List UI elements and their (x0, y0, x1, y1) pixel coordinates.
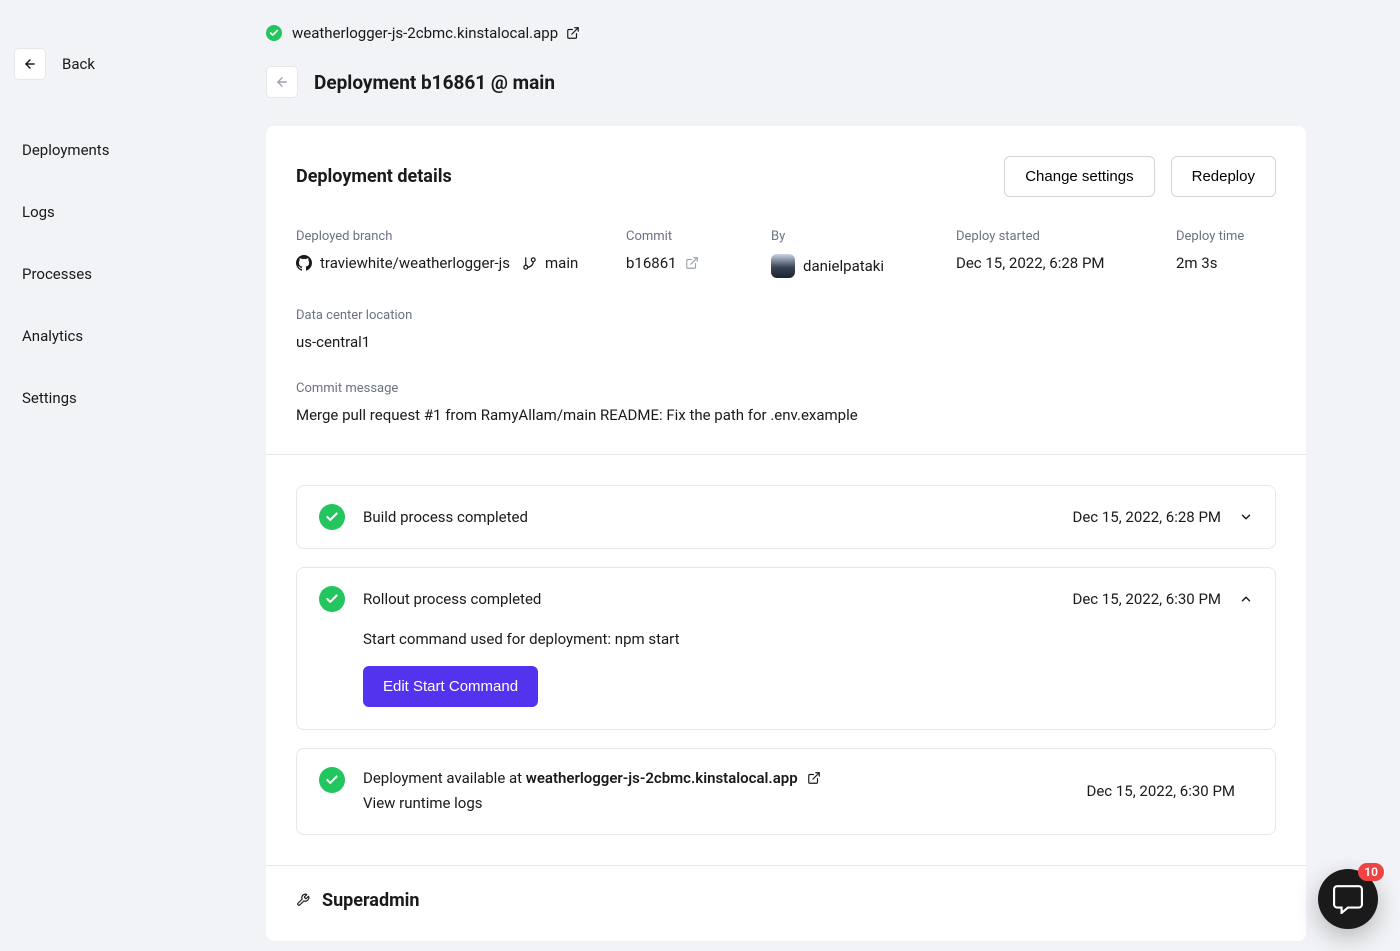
check-icon (319, 767, 345, 793)
time-value: 2m 3s (1176, 254, 1276, 272)
deployment-details-card: Deployment details Change settings Redep… (266, 126, 1306, 941)
chat-widget-button[interactable]: 10 (1318, 869, 1378, 929)
status-success-icon (266, 25, 282, 41)
sidebar-item-processes[interactable]: Processes (12, 252, 254, 296)
step-build: Build process completed Dec 15, 2022, 6:… (296, 485, 1276, 549)
location-value: us-central1 (296, 333, 1276, 351)
app-url-link[interactable]: weatherlogger-js-2cbmc.kinstalocal.app (292, 24, 580, 42)
rollout-desc: Start command used for deployment: npm s… (363, 630, 1253, 648)
chevron-down-icon (1239, 510, 1253, 524)
step-rollout-header[interactable]: Rollout process completed Dec 15, 2022, … (297, 568, 1275, 630)
started-label: Deploy started (956, 229, 1146, 244)
view-runtime-logs-link[interactable]: View runtime logs (363, 792, 1087, 815)
available-prefix: Deployment available at (363, 769, 526, 787)
back-button[interactable] (14, 48, 46, 80)
started-value: Dec 15, 2022, 6:28 PM (956, 254, 1146, 272)
external-link-icon (807, 771, 821, 785)
step-rollout-date: Dec 15, 2022, 6:30 PM (1073, 590, 1222, 608)
by-label: By (771, 229, 926, 244)
check-icon (319, 504, 345, 530)
sidebar-item-logs[interactable]: Logs (12, 190, 254, 234)
arrow-left-icon (23, 57, 37, 71)
step-available: Deployment available at weatherlogger-js… (296, 748, 1276, 835)
time-label: Deploy time (1176, 229, 1276, 244)
redeploy-button[interactable]: Redeploy (1171, 156, 1276, 197)
available-url[interactable]: weatherlogger-js-2cbmc.kinstalocal.app (526, 769, 798, 787)
chevron-up-icon (1239, 592, 1253, 606)
commit-hash[interactable]: b16861 (626, 254, 677, 272)
external-link-icon (685, 256, 699, 270)
sidebar-item-settings[interactable]: Settings (12, 376, 254, 420)
available-date: Dec 15, 2022, 6:30 PM (1087, 782, 1236, 800)
arrow-left-icon (275, 75, 289, 89)
step-build-title: Build process completed (363, 508, 1073, 526)
chat-icon (1333, 884, 1363, 914)
branch-label: Deployed branch (296, 229, 596, 244)
back-label: Back (62, 55, 95, 73)
by-user: danielpataki (803, 257, 884, 275)
sidebar-item-analytics[interactable]: Analytics (12, 314, 254, 358)
app-url-text: weatherlogger-js-2cbmc.kinstalocal.app (292, 24, 558, 42)
page-title: Deployment b16861 @ main (314, 71, 555, 94)
wrench-icon (296, 893, 310, 907)
git-branch-icon (522, 256, 537, 271)
repo-name[interactable]: traviewhite/weatherlogger-js (320, 254, 510, 272)
chat-badge: 10 (1358, 863, 1384, 881)
check-icon (319, 586, 345, 612)
step-build-date: Dec 15, 2022, 6:28 PM (1073, 508, 1222, 526)
message-label: Commit message (296, 381, 1276, 396)
step-rollout-title: Rollout process completed (363, 590, 1073, 608)
location-label: Data center location (296, 308, 1276, 323)
edit-start-command-button[interactable]: Edit Start Command (363, 666, 538, 707)
step-rollout: Rollout process completed Dec 15, 2022, … (296, 567, 1276, 730)
change-settings-button[interactable]: Change settings (1004, 156, 1154, 197)
superadmin-title: Superadmin (322, 890, 420, 911)
sidebar: Back Deployments Logs Processes Analytic… (0, 0, 266, 941)
step-build-header[interactable]: Build process completed Dec 15, 2022, 6:… (297, 486, 1275, 548)
commit-label: Commit (626, 229, 741, 244)
github-icon (296, 255, 312, 271)
details-section-title: Deployment details (296, 166, 452, 187)
main-content: weatherlogger-js-2cbmc.kinstalocal.app D… (266, 0, 1400, 941)
external-link-icon (566, 26, 580, 40)
sidebar-item-deployments[interactable]: Deployments (12, 128, 254, 172)
page-back-button[interactable] (266, 66, 298, 98)
avatar (771, 254, 795, 278)
branch-name: main (545, 254, 578, 272)
message-value: Merge pull request #1 from RamyAllam/mai… (296, 406, 1276, 424)
